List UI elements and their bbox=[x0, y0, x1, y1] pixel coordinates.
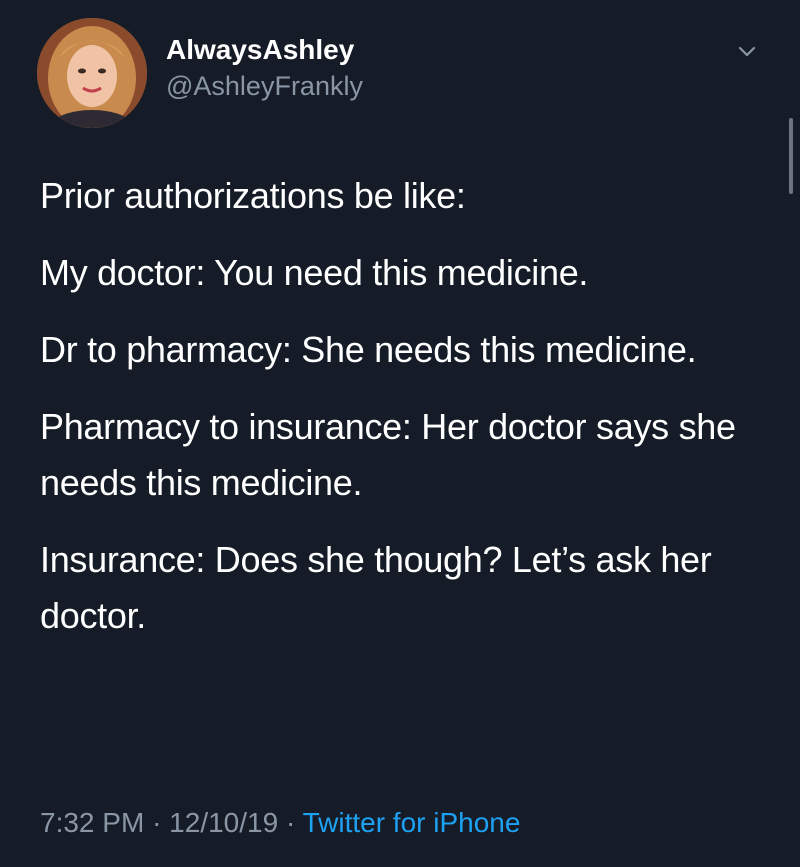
tweet-text: Prior authorizations be like: My doctor:… bbox=[40, 168, 770, 665]
author-handle[interactable]: @AshleyFrankly bbox=[166, 70, 363, 102]
avatar-image bbox=[37, 18, 147, 128]
tweet-paragraph: My doctor: You need this medicine. bbox=[40, 252, 589, 293]
meta-separator: · bbox=[285, 807, 296, 838]
scrollbar[interactable] bbox=[789, 118, 793, 194]
tweet-paragraph: Prior authorizations be like: bbox=[40, 175, 466, 216]
tweet-source-link[interactable]: Twitter for iPhone bbox=[303, 807, 521, 838]
meta-separator: · bbox=[152, 807, 162, 838]
tweet-time[interactable]: 7:32 PM bbox=[40, 807, 144, 838]
tweet-paragraph: Pharmacy to insurance: Her doctor says s… bbox=[40, 406, 736, 503]
tweet-date[interactable]: 12/10/19 bbox=[169, 807, 278, 838]
author-display-name[interactable]: AlwaysAshley bbox=[166, 34, 354, 66]
avatar[interactable] bbox=[37, 18, 147, 128]
tweet-paragraph: Insurance: Does she though? Let’s ask he… bbox=[40, 539, 712, 636]
tweet-meta: 7:32 PM · 12/10/19 · Twitter for iPhone bbox=[40, 806, 520, 840]
tweet-paragraph: Dr to pharmacy: She needs this medicine. bbox=[40, 329, 697, 370]
tweet: AlwaysAshley @AshleyFrankly Prior author… bbox=[0, 0, 800, 867]
chevron-down-icon[interactable] bbox=[732, 37, 762, 67]
